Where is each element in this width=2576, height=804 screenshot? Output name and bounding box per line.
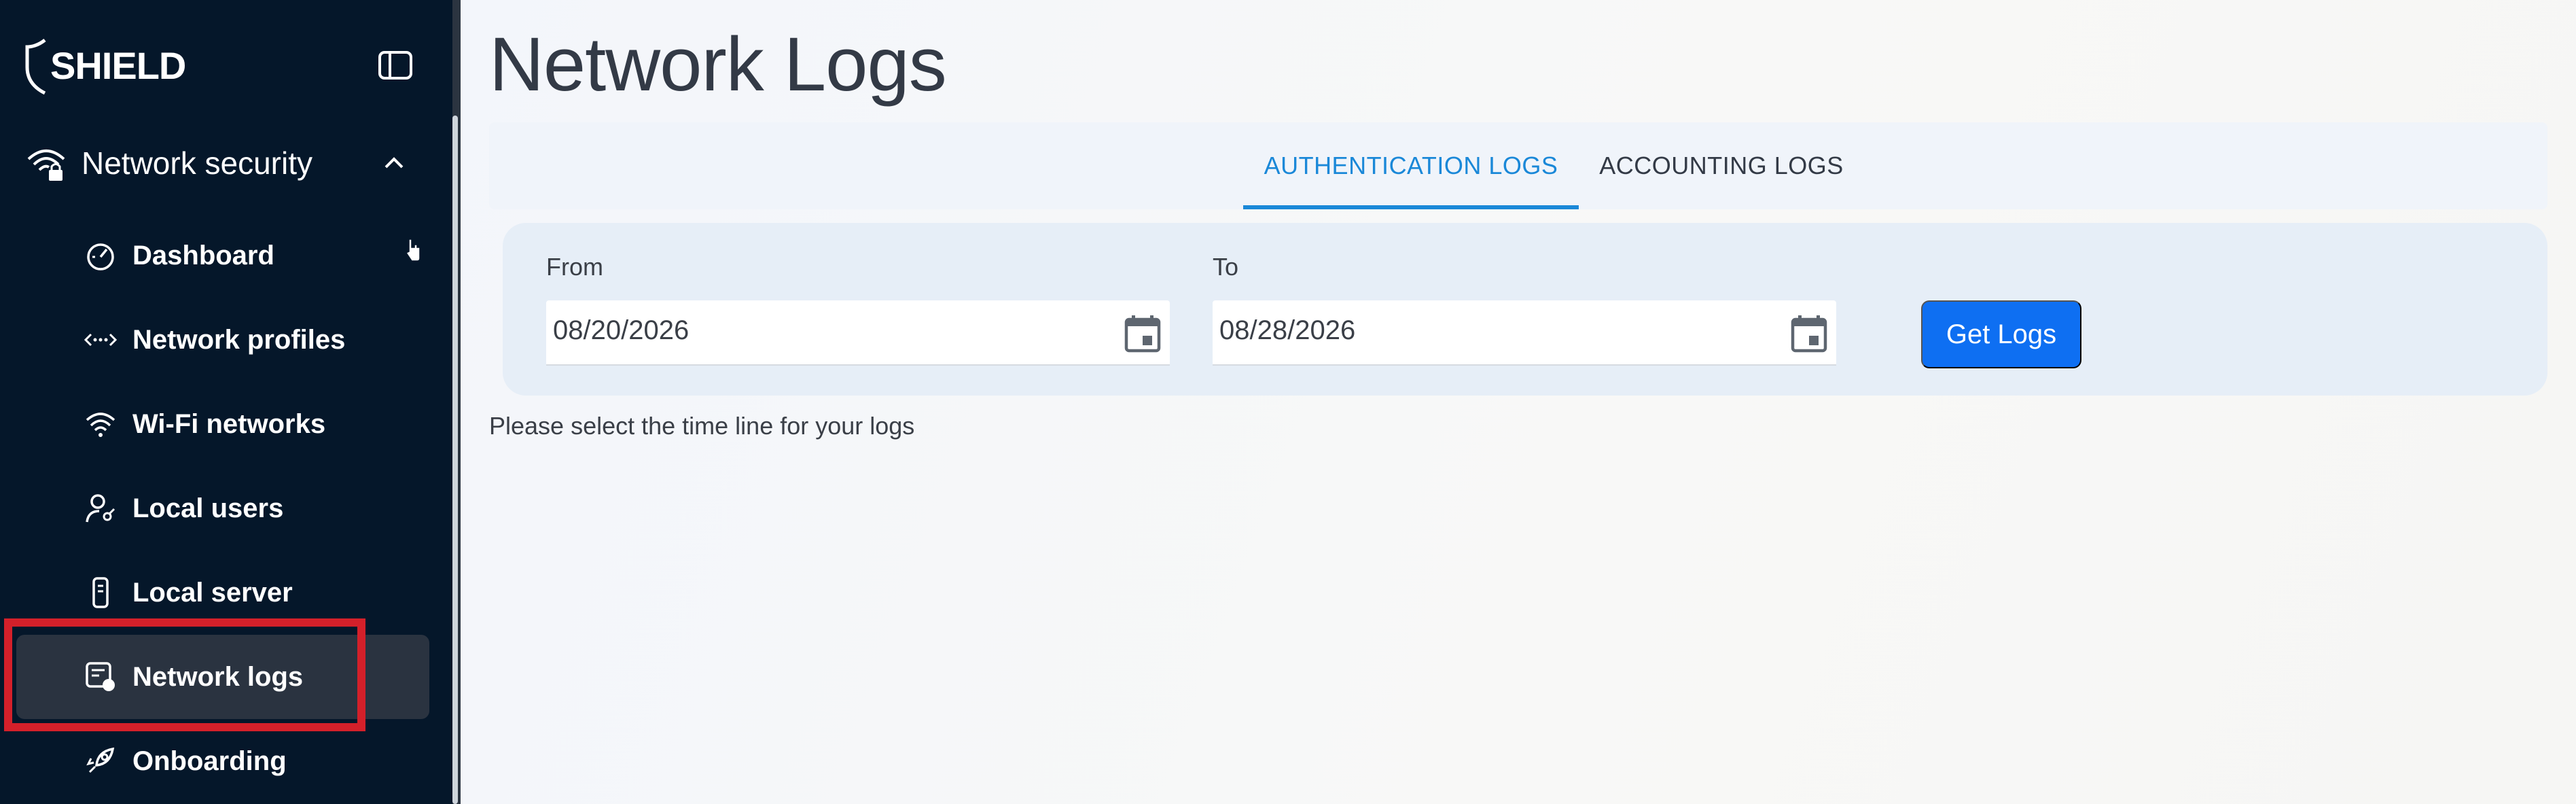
to-date-value: 08/28/2026: [1219, 315, 1356, 345]
tab-accounting-logs[interactable]: ACCOUNTING LOGS: [1579, 122, 1864, 209]
sidebar-item-label: Wi-Fi networks: [132, 408, 326, 439]
sidebar-item-label: Local server: [132, 577, 293, 608]
main-content: Network Logs AUTHENTICATION LOGS ACCOUNT…: [461, 0, 2576, 804]
wifi-icon: [86, 413, 115, 437]
shield-logo-icon: [25, 39, 46, 94]
server-phone-icon: [92, 577, 109, 608]
sidebar-item-label: Onboarding: [132, 746, 287, 776]
from-date-value: 08/20/2026: [553, 315, 690, 345]
brand-name: SHIELD: [50, 44, 186, 87]
sidebar-toggle-icon[interactable]: [378, 50, 413, 80]
logo[interactable]: SHIELD: [24, 35, 186, 97]
sidebar-item-label: Local users: [132, 493, 284, 523]
get-logs-button[interactable]: Get Logs: [1921, 300, 2081, 368]
sidebar-item-wifi-networks[interactable]: Wi-Fi networks: [16, 382, 429, 466]
from-date-field[interactable]: 08/20/2026: [546, 300, 1170, 366]
sidebar: SHIELD Network security Dashboard Networ…: [0, 0, 452, 804]
log-report-icon: [86, 662, 115, 691]
sidebar-item-local-server[interactable]: Local server: [16, 550, 429, 635]
tabs-bar: AUTHENTICATION LOGS ACCOUNTING LOGS: [489, 122, 2547, 209]
gauge-icon: [87, 243, 114, 270]
rocket-icon: [86, 747, 115, 773]
wifi-lock-icon: [27, 150, 65, 181]
sidebar-item-label: Network logs: [132, 661, 304, 692]
date-filter-card: From 08/20/2026 To 08/28/2026 Get Logs: [503, 223, 2547, 396]
sidebar-item-network-profiles[interactable]: Network profiles: [16, 298, 429, 382]
sidebar-item-local-users[interactable]: Local users: [16, 466, 429, 550]
nav-section-network-security[interactable]: Network security: [26, 136, 420, 190]
tab-authentication-logs[interactable]: AUTHENTICATION LOGS: [1243, 122, 1579, 209]
mouse-pointer-icon: [405, 239, 421, 262]
user-key-icon: [86, 494, 115, 523]
sidebar-item-label: Network profiles: [132, 324, 346, 355]
to-date-field[interactable]: 08/28/2026: [1213, 300, 1836, 366]
app-window: SHIELD Network security Dashboard Networ…: [0, 0, 2576, 804]
dots-arrows-icon: [84, 333, 117, 347]
nav-section-label: Network security: [82, 145, 312, 181]
page-title: Network Logs: [489, 22, 947, 107]
active-tab-indicator: [1243, 205, 1579, 209]
sidebar-item-onboarding[interactable]: Onboarding: [16, 719, 429, 803]
sidebar-item-network-logs[interactable]: Network logs: [16, 635, 429, 719]
from-label: From: [546, 253, 603, 281]
sidebar-scrollbar[interactable]: [452, 116, 458, 804]
chevron-up-icon[interactable]: [379, 148, 409, 178]
sidebar-item-dashboard[interactable]: Dashboard: [16, 213, 429, 298]
to-label: To: [1213, 253, 1239, 281]
calendar-icon[interactable]: [1790, 314, 1828, 353]
calendar-icon[interactable]: [1124, 314, 1162, 353]
sidebar-item-label: Dashboard: [132, 240, 274, 270]
empty-state-hint: Please select the time line for your log…: [489, 412, 915, 440]
